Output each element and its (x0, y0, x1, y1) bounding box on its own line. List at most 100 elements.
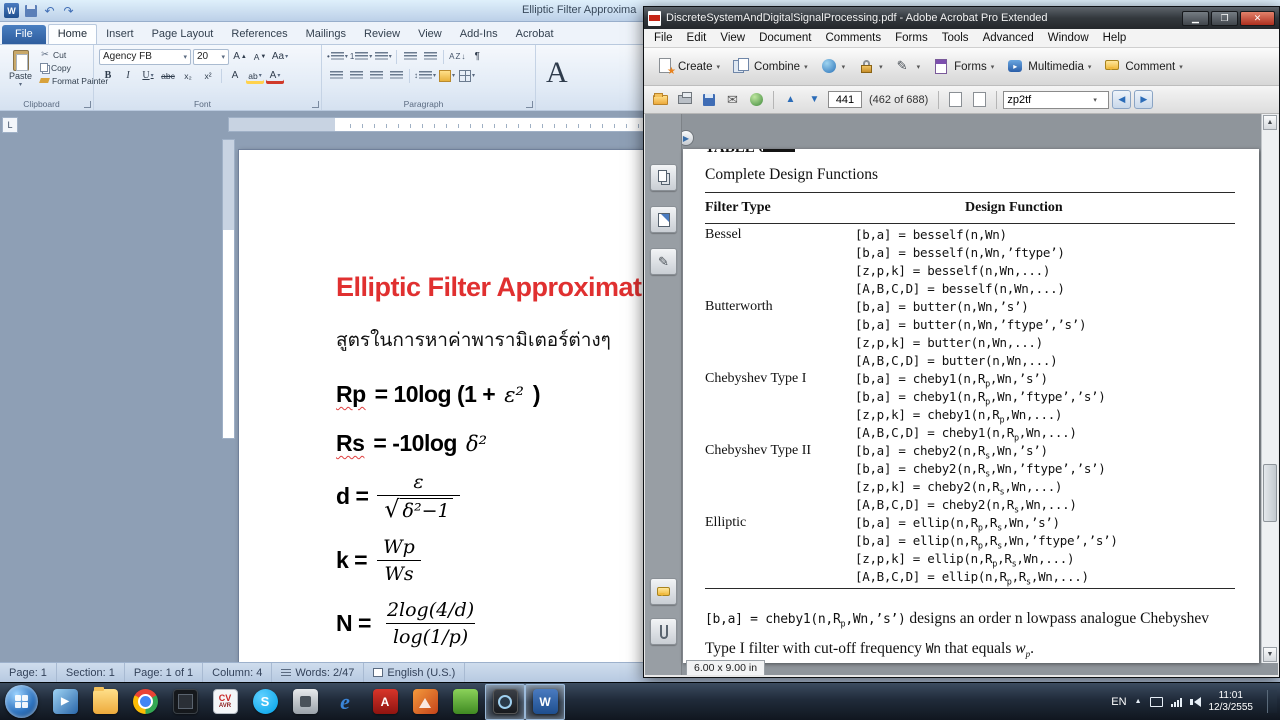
bullets-button[interactable]: • ▾ (327, 48, 348, 65)
bookmarks-panel-button[interactable] (650, 206, 677, 233)
vertical-ruler[interactable] (222, 139, 235, 439)
taskbar-explorer[interactable] (85, 684, 125, 720)
taskbar-skype[interactable]: S (245, 684, 285, 720)
status-language[interactable]: English (U.S.) (364, 663, 466, 682)
menu-file[interactable]: File (647, 32, 680, 44)
paragraph-dialog-launcher[interactable] (526, 101, 533, 108)
numbering-button[interactable]: 1 ▾ (350, 48, 372, 65)
comments-panel-button[interactable] (650, 578, 677, 605)
taskbar-internet-explorer[interactable]: e (325, 684, 365, 720)
vertical-scrollbar[interactable]: ▲ ▼ (1261, 114, 1278, 663)
line-spacing-button[interactable]: ↕ ▾ (414, 67, 436, 84)
undo-icon[interactable]: ↶ (42, 3, 57, 18)
start-button[interactable] (5, 685, 38, 718)
taskbar-cvavr[interactable]: CV AVR (205, 684, 245, 720)
shrink-font-button[interactable]: A ▼ (251, 48, 269, 65)
multimedia-button[interactable]: ▸ Multimedia ▾ (1002, 54, 1096, 79)
hidden-icons-chevron[interactable]: ▲ (1135, 698, 1142, 705)
acrobat-titlebar[interactable]: DiscreteSystemAndDigitalSignalProcessing… (644, 7, 1279, 29)
chevron-down-icon[interactable]: ▾ (221, 53, 225, 61)
show-paragraph-marks-button[interactable]: ¶ (468, 48, 486, 65)
paste-button[interactable]: Paste ▾ (5, 48, 36, 97)
tab-home[interactable]: Home (47, 24, 98, 44)
volume-tray-icon[interactable] (1189, 696, 1201, 707)
status-page[interactable]: Page: 1 (0, 663, 57, 682)
tab-references[interactable]: References (222, 25, 296, 44)
style-gallery-item[interactable]: A (546, 56, 568, 90)
taskbar-word[interactable]: W (525, 683, 565, 720)
tab-mailings[interactable]: Mailings (297, 25, 355, 44)
signatures-panel-button[interactable]: ✎ (650, 248, 677, 275)
fit-page-button[interactable] (969, 89, 990, 110)
print-button[interactable] (674, 89, 695, 110)
tab-add-ins[interactable]: Add-Ins (451, 25, 507, 44)
font-size-combo[interactable]: 20 ▾ (193, 48, 229, 65)
multilevel-list-button[interactable]: ▾ (374, 48, 392, 65)
collaborate-button[interactable]: ▾ (816, 54, 851, 79)
menu-comments[interactable]: Comments (819, 32, 889, 44)
taskbar-adobe-reader[interactable]: A (365, 684, 405, 720)
align-left-button[interactable] (327, 67, 345, 84)
save-icon[interactable] (23, 3, 38, 18)
menu-help[interactable]: Help (1096, 32, 1134, 44)
display-tray-icon[interactable] (1149, 696, 1163, 707)
align-right-button[interactable] (367, 67, 385, 84)
taskbar-matlab[interactable] (405, 684, 445, 720)
menu-view[interactable]: View (713, 32, 752, 44)
network-tray-icon[interactable] (1170, 697, 1182, 707)
sort-button[interactable]: A Z ↓ (448, 48, 466, 65)
highlight-color-button[interactable]: ab ▾ (246, 67, 264, 84)
scroll-up-arrow[interactable]: ▲ (1263, 115, 1277, 130)
clipboard-dialog-launcher[interactable] (84, 101, 91, 108)
find-next-button[interactable]: ▶ (1134, 90, 1154, 109)
pages-panel-button[interactable] (650, 164, 677, 191)
find-previous-button[interactable]: ◀ (1112, 90, 1132, 109)
pdf-page[interactable]: TABLE 6.9 Complete Design Functions Filt… (683, 149, 1259, 663)
tab-acrobat[interactable]: Acrobat (507, 25, 563, 44)
menu-document[interactable]: Document (752, 32, 818, 44)
underline-button[interactable]: U ▾ (139, 67, 157, 84)
tab-review[interactable]: Review (355, 25, 409, 44)
tab-insert[interactable]: Insert (97, 25, 143, 44)
sign-button[interactable]: ✎ ▾ (891, 54, 926, 79)
open-button[interactable] (650, 89, 671, 110)
status-section[interactable]: Section: 1 (57, 663, 125, 682)
menu-window[interactable]: Window (1041, 32, 1096, 44)
close-button[interactable]: ✕ (1240, 10, 1275, 26)
taskbar-media-player[interactable]: ▶ (45, 684, 85, 720)
menu-tools[interactable]: Tools (935, 32, 976, 44)
maximize-button[interactable]: ❐ (1211, 10, 1238, 26)
taskbar-screen-recorder[interactable] (485, 683, 525, 720)
status-column[interactable]: Column: 4 (203, 663, 273, 682)
show-desktop-button[interactable] (1267, 690, 1277, 713)
superscript-button[interactable]: x² (199, 67, 217, 84)
chevron-down-icon[interactable]: ▾ (183, 53, 187, 61)
forms-button[interactable]: Forms ▾ (928, 54, 999, 79)
tab-view[interactable]: View (409, 25, 451, 44)
bold-button[interactable]: B (99, 67, 117, 84)
status-word-count[interactable]: Words: 2/47 (272, 663, 365, 682)
font-name-combo[interactable]: Agency FB ▾ (99, 48, 191, 65)
tab-page-layout[interactable]: Page Layout (143, 25, 223, 44)
taskbar-green-app[interactable] (445, 684, 485, 720)
increase-indent-button[interactable] (421, 48, 439, 65)
decrease-indent-button[interactable] (401, 48, 419, 65)
italic-button[interactable]: I (119, 67, 137, 84)
combine-button[interactable]: Combine ▾ (728, 54, 813, 79)
subscript-button[interactable]: x₂ (179, 67, 197, 84)
secure-button[interactable]: ▾ (853, 54, 888, 79)
font-dialog-launcher[interactable] (312, 101, 319, 108)
font-color-button[interactable]: A ▾ (266, 67, 284, 84)
email-button[interactable]: ✉ (722, 89, 743, 110)
taskbar-clock[interactable]: 11:01 12/3/2555 (1209, 690, 1254, 713)
borders-button[interactable]: ▾ (458, 67, 476, 84)
chevron-down-icon[interactable]: ▾ (1093, 96, 1097, 104)
page-number-input[interactable] (828, 91, 862, 108)
upload-button[interactable] (746, 89, 767, 110)
tab-stop-selector[interactable]: L (2, 117, 18, 133)
attachments-panel-button[interactable] (650, 618, 677, 645)
redo-icon[interactable]: ↷ (61, 3, 76, 18)
justify-button[interactable] (387, 67, 405, 84)
previous-page-button[interactable]: ▲ (780, 89, 801, 110)
find-input[interactable] (1007, 93, 1092, 106)
